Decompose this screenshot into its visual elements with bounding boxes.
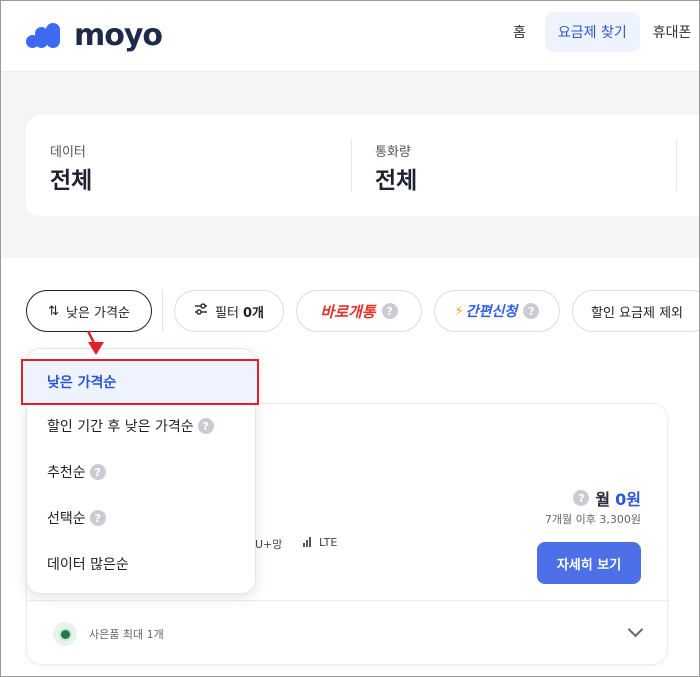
sort-option-most-data[interactable]: 데이터 많은순 [27, 541, 257, 587]
help-icon[interactable]: ? [89, 510, 106, 526]
exclude-discount-chip[interactable]: 할인 요금제 제외 [572, 290, 700, 332]
instant-open-label: 바로개통 [320, 302, 376, 321]
nav-home[interactable]: 홈 [500, 12, 539, 52]
data-filter-value: 전체 [50, 168, 93, 194]
logo-icon [26, 22, 66, 49]
filter-label: 필터 [215, 305, 239, 321]
card-divider [27, 600, 669, 601]
call-filter-value: 전체 [375, 168, 418, 194]
nav-phone[interactable]: 휴대폰 [640, 12, 700, 52]
brand-name: moyo [74, 18, 163, 53]
sort-arrows-icon: ⇅ [48, 303, 59, 319]
easy-apply-label: 간편신청 [465, 304, 518, 320]
sort-option-selected[interactable]: 선택순 ? [27, 495, 257, 541]
sort-option-lowest-price[interactable]: 낮은 가격순 [21, 359, 259, 405]
sort-label: 낮은 가격순 [65, 305, 130, 321]
sort-option-recommended[interactable]: 추천순 ? [27, 449, 257, 495]
moyo-logo[interactable]: moyo [26, 18, 163, 53]
price-value: 0원 [615, 490, 641, 509]
filter-divider [676, 139, 677, 191]
plan-filter-card: 데이터 전체 통화량 전체 [26, 115, 700, 216]
view-detail-button[interactable]: 자세히 보기 [537, 542, 641, 584]
option-label: 선택순 [47, 511, 86, 527]
instant-open-chip[interactable]: 바로개통 ? [296, 290, 422, 332]
sliders-icon [194, 303, 208, 319]
option-label: 할인 기간 후 낮은 가격순 [47, 419, 194, 435]
lightning-icon: ⚡ [454, 303, 464, 319]
tech-spec: LTE [303, 536, 337, 550]
option-label: 추천순 [47, 465, 86, 481]
sort-button[interactable]: ⇅ 낮은 가격순 [26, 290, 152, 332]
help-icon[interactable]: ? [381, 303, 398, 319]
easy-apply-chip[interactable]: ⚡ 간편신청 ? [434, 290, 560, 332]
help-icon[interactable]: ? [89, 464, 106, 480]
help-icon[interactable]: ? [197, 418, 214, 434]
network-spec: U+망 [255, 538, 283, 551]
filter-button[interactable]: 필터 0개 [174, 290, 284, 332]
gift-label: 사은품 최대 1개 [89, 628, 164, 641]
filter-divider [351, 139, 352, 191]
call-filter-label: 통화량 [375, 145, 411, 160]
exclude-discount-label: 할인 요금제 제외 [591, 305, 683, 321]
sort-dropdown: 낮은 가격순 할인 기간 후 낮은 가격순 ? 추천순 ? 선택순 ? 데이터 … [21, 348, 259, 594]
monthly-price: ? 월 0원 [573, 486, 641, 510]
top-header: moyo 홈 요금제 찾기 휴대폰 [0, 0, 700, 72]
help-icon[interactable]: ? [523, 303, 540, 319]
data-filter-label: 데이터 [50, 145, 86, 160]
nav-find-plan[interactable]: 요금제 찾기 [544, 12, 640, 52]
chevron-down-icon[interactable] [627, 621, 644, 638]
help-icon[interactable]: ? [573, 490, 590, 506]
price-prefix: 월 [595, 490, 611, 509]
filter-count: 0개 [242, 305, 264, 321]
starbucks-icon [53, 622, 77, 646]
tech-label: LTE [319, 536, 338, 549]
price-after-period: 7개월 이후 3,300원 [544, 513, 641, 526]
gift-row[interactable]: 사은품 최대 1개 [53, 622, 164, 646]
signal-icon [303, 537, 312, 550]
option-label: 낮은 가격순 [47, 375, 117, 391]
chip-divider [162, 290, 163, 332]
main-nav: 홈 요금제 찾기 휴대폰 [500, 12, 700, 52]
red-arrow-annotation [86, 330, 104, 355]
sort-option-lowest-after-discount[interactable]: 할인 기간 후 낮은 가격순 ? [27, 403, 257, 449]
option-label: 데이터 많은순 [47, 557, 129, 573]
